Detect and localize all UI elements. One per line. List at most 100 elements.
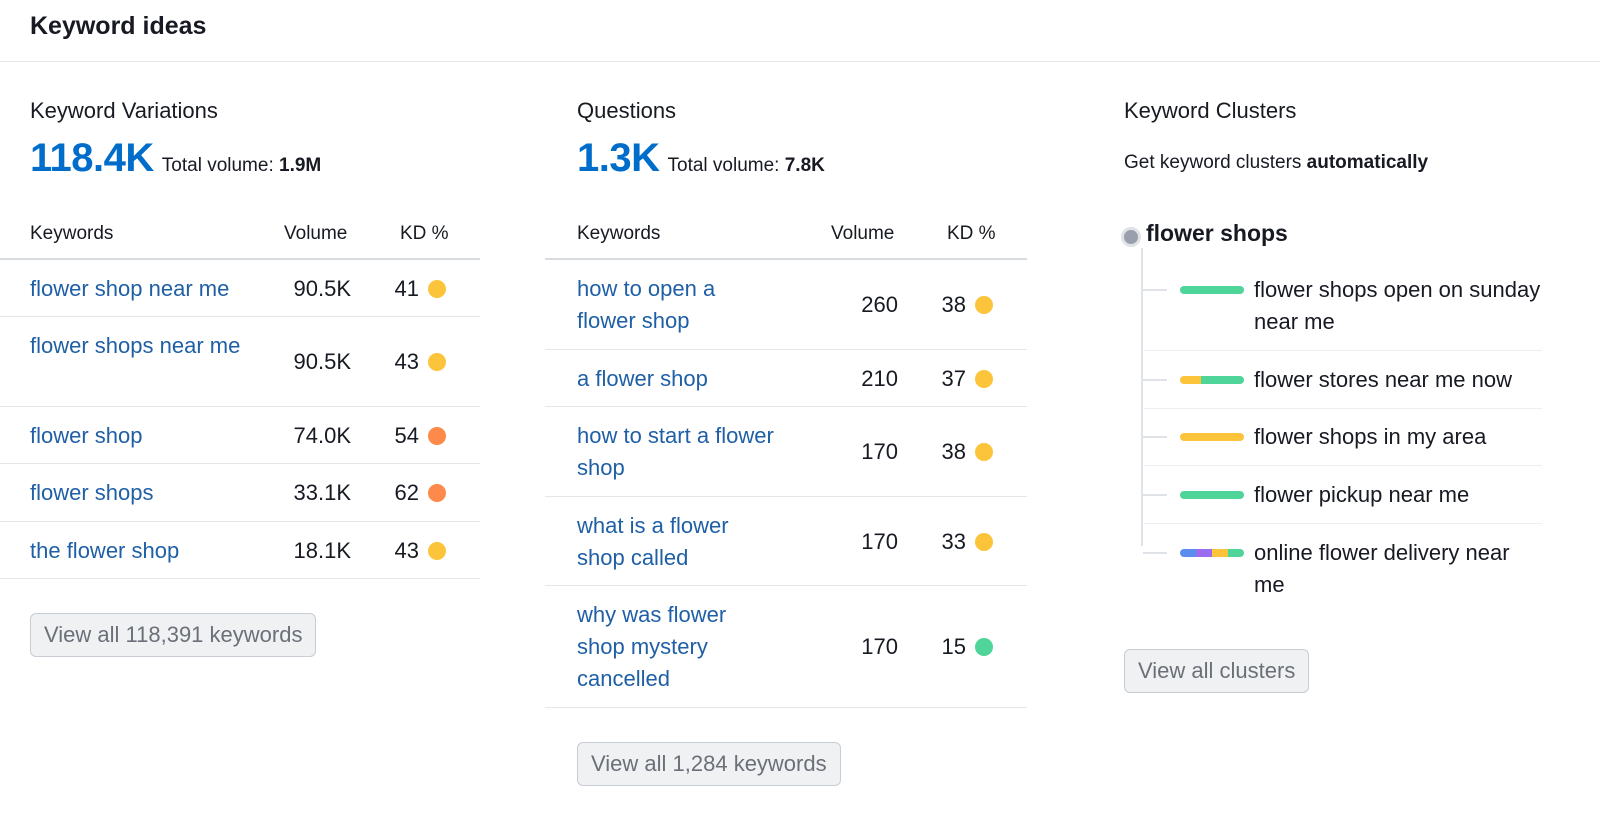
kd-value: 33: [941, 528, 966, 554]
cluster-divider: [1144, 465, 1542, 466]
tree-branch: [1143, 289, 1167, 291]
keyword-link[interactable]: how to start a flower shop: [577, 420, 777, 484]
keyword-link[interactable]: flower shop near me: [30, 273, 260, 305]
kd-value: 38: [941, 439, 966, 464]
cluster-root-dot: [1121, 227, 1141, 247]
intent-bar-segment: [1222, 376, 1244, 384]
cluster-item[interactable]: flower shops open on sunday near me: [1254, 274, 1544, 338]
kd-indicator-icon: [975, 296, 993, 314]
table-row: a flower shop 210 37: [545, 350, 1027, 407]
cluster-divider: [1144, 350, 1542, 351]
intent-bar-segment: [1212, 549, 1228, 557]
tree-branch: [1143, 494, 1167, 496]
cluster-root-label[interactable]: flower shops: [1146, 220, 1288, 247]
total-volume-value: 1.9M: [279, 155, 322, 176]
table-header: Keywords Volume KD %: [0, 222, 480, 260]
kd-value: 43: [394, 349, 419, 374]
col-kd[interactable]: KD %: [947, 223, 996, 245]
volume-value: 90.5K: [293, 349, 352, 374]
keyword-link[interactable]: how to open a flower shop: [577, 273, 777, 337]
table-row: the flower shop 18.1K 43: [0, 522, 480, 579]
summary: 1.3K Total volume: 7.8K: [577, 136, 825, 181]
cluster-item[interactable]: flower pickup near me: [1254, 479, 1544, 511]
intent-bar-segment: [1180, 549, 1196, 557]
intent-bar-segment: [1180, 433, 1244, 441]
tree-branch: [1143, 436, 1167, 438]
keyword-count: 118.4K: [30, 136, 154, 180]
col-volume[interactable]: Volume: [831, 223, 894, 245]
table-row: flower shops near me 90.5K 43: [0, 317, 480, 407]
view-all-clusters-button[interactable]: View all clusters: [1124, 649, 1310, 693]
col-keywords[interactable]: Keywords: [30, 223, 113, 245]
volume-value: 260: [861, 292, 898, 317]
kd-indicator-icon: [428, 484, 446, 502]
intent-bar-segment: [1180, 376, 1202, 384]
keyword-link[interactable]: what is a flower shop called: [577, 510, 777, 574]
volume-value: 210: [861, 365, 898, 391]
kd-indicator-icon: [975, 638, 993, 656]
total-volume-label: Total volume:: [161, 155, 274, 176]
col-kd[interactable]: KD %: [400, 223, 449, 245]
keyword-link[interactable]: flower shop: [30, 420, 260, 452]
keyword-link[interactable]: flower shops near me: [30, 330, 260, 362]
view-all-questions-button[interactable]: View all 1,284 keywords: [577, 742, 841, 786]
intent-bar-segment: [1180, 491, 1244, 499]
volume-value: 90.5K: [293, 275, 352, 301]
volume-value: 170: [861, 634, 898, 659]
table-row: how to open a flower shop 260 38: [545, 260, 1027, 350]
intent-bar: [1180, 549, 1244, 557]
col-volume[interactable]: Volume: [284, 223, 347, 245]
tree-trunk: [1141, 248, 1143, 546]
kd-value: 37: [941, 365, 966, 391]
section-title: Keyword Variations: [30, 98, 218, 123]
col-keywords[interactable]: Keywords: [577, 223, 660, 245]
cluster-item[interactable]: flower stores near me now: [1254, 364, 1544, 396]
intent-bar: [1180, 433, 1244, 441]
table-row: what is a flower shop called 170 33: [545, 497, 1027, 586]
volume-value: 170: [861, 439, 898, 464]
kd-value: 15: [941, 634, 966, 659]
cluster-item[interactable]: online flower delivery near me: [1254, 537, 1544, 601]
kd-indicator-icon: [428, 279, 446, 298]
kd-value: 41: [394, 275, 419, 301]
kd-indicator-icon: [975, 443, 993, 461]
summary: 118.4K Total volume: 1.9M: [30, 136, 321, 181]
tree-branch: [1143, 379, 1167, 381]
kd-indicator-icon: [975, 532, 993, 551]
cluster-item[interactable]: flower shops in my area: [1254, 421, 1544, 453]
table-row: flower shops 33.1K 62: [0, 464, 480, 522]
volume-value: 18.1K: [293, 537, 352, 563]
table-row: flower shop 74.0K 54: [0, 407, 480, 464]
intent-bar: [1180, 491, 1244, 499]
keyword-link[interactable]: why was flower shop mystery cancelled: [577, 599, 777, 695]
section-title: Questions: [577, 98, 677, 123]
intent-bar-segment: [1228, 549, 1244, 557]
question-count: 1.3K: [577, 136, 660, 180]
subtitle-bold: automatically: [1306, 152, 1429, 173]
keyword-link[interactable]: a flower shop: [577, 363, 777, 395]
view-all-keywords-button[interactable]: View all 118,391 keywords: [30, 613, 317, 657]
keyword-link[interactable]: the flower shop: [30, 535, 260, 567]
total-volume-value: 7.8K: [784, 155, 825, 176]
volume-value: 170: [861, 528, 898, 554]
kd-indicator-icon: [428, 426, 446, 445]
intent-bar-segment: [1196, 549, 1212, 557]
intent-bar: [1180, 286, 1244, 294]
intent-bar: [1180, 376, 1244, 384]
kd-value: 62: [394, 480, 419, 505]
kd-value: 43: [394, 537, 419, 563]
page-header: Keyword ideas: [0, 0, 1600, 62]
cluster-divider: [1144, 523, 1542, 524]
kd-value: 54: [394, 422, 419, 448]
kd-indicator-icon: [428, 353, 446, 371]
section-title: Keyword Clusters: [1124, 98, 1297, 123]
kd-indicator-icon: [428, 541, 446, 560]
total-volume-label: Total volume:: [667, 155, 780, 176]
volume-value: 74.0K: [293, 422, 352, 448]
keyword-link[interactable]: flower shops: [30, 477, 260, 509]
table-row: why was flower shop mystery cancelled 170…: [545, 586, 1027, 708]
table-row: how to start a flower shop 170 38: [545, 407, 1027, 497]
intent-bar-segment: [1201, 376, 1223, 384]
table-header: Keywords Volume KD %: [545, 222, 1027, 260]
intent-bar-segment: [1180, 286, 1244, 294]
